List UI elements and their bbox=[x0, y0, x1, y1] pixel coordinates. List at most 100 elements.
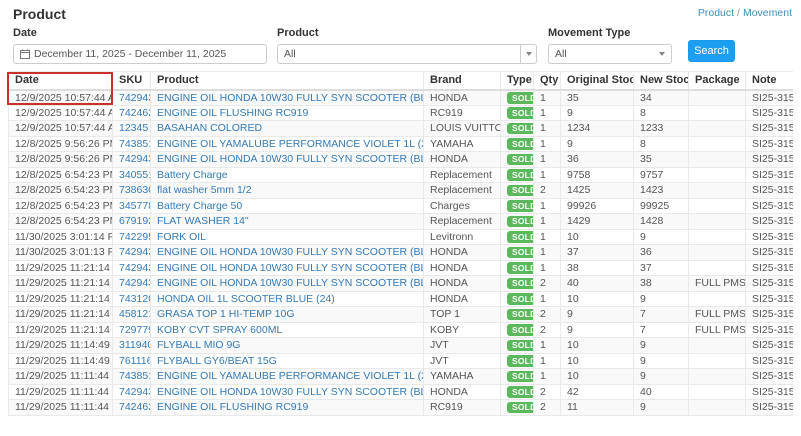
movement-type-select[interactable]: All bbox=[548, 44, 672, 64]
date-range-input[interactable]: December 11, 2025 - December 11, 2025 bbox=[13, 44, 267, 64]
product-select[interactable]: All bbox=[277, 44, 537, 64]
cell-product: ENGINE OIL HONDA 10W30 FULLY SYN SCOOTER… bbox=[151, 245, 424, 261]
product-link[interactable]: HONDA OIL 1L SCOOTER BLUE (24) bbox=[157, 293, 335, 305]
sku-link[interactable]: 340551 bbox=[119, 169, 151, 181]
sku-link[interactable]: 729779 bbox=[119, 324, 151, 336]
cell-date: 11/29/2025 11:11:44 PM bbox=[9, 369, 113, 385]
chevron-down-icon[interactable] bbox=[520, 45, 536, 63]
cell-brand: JVT bbox=[424, 338, 501, 354]
product-link[interactable]: flat washer 5mm 1/2 bbox=[157, 184, 252, 196]
cell-date: 11/29/2025 11:14:49 PM bbox=[9, 338, 113, 354]
cell-package bbox=[689, 136, 746, 152]
sku-link[interactable]: 679192 bbox=[119, 215, 151, 227]
product-link[interactable]: BASAHAN COLORED bbox=[157, 122, 262, 134]
product-link[interactable]: FLYBALL MIO 9G bbox=[157, 339, 240, 351]
cell-sku: 743120 bbox=[113, 291, 151, 307]
sku-link[interactable]: 311940 bbox=[119, 339, 151, 351]
product-link[interactable]: Battery Charge bbox=[157, 169, 228, 181]
product-link[interactable]: ENGINE OIL HONDA 10W30 FULLY SYN SCOOTER… bbox=[157, 262, 424, 274]
cell-qty: 1 bbox=[534, 291, 561, 307]
sku-link[interactable]: 742943 bbox=[119, 153, 151, 165]
type-badge: SOLD bbox=[507, 123, 534, 135]
product-link[interactable]: FLAT WASHER 14" bbox=[157, 215, 249, 227]
sku-link[interactable]: 742943 bbox=[119, 262, 151, 274]
cell-sku: 458121 bbox=[113, 307, 151, 323]
date-filter-group: Date December 11, 2025 - December 11, 20… bbox=[13, 27, 267, 64]
cell-package bbox=[689, 338, 746, 354]
cell-type: SOLD bbox=[501, 167, 534, 183]
cell-package bbox=[689, 384, 746, 400]
table-header-row: DateSKUProductBrandTypeQtyOriginal Stock… bbox=[9, 72, 794, 90]
movement-type-filter-group: Movement Type All bbox=[548, 27, 672, 64]
sku-link[interactable]: 12345 bbox=[119, 122, 148, 134]
cell-original-stock: 10 bbox=[561, 369, 634, 385]
cell-qty: 1 bbox=[534, 90, 561, 106]
cell-product: flat washer 5mm 1/2 bbox=[151, 183, 424, 199]
product-link[interactable]: ENGINE OIL HONDA 10W30 FULLY SYN SCOOTER… bbox=[157, 246, 424, 258]
cell-note: SI25-31526 bbox=[746, 338, 794, 354]
cell-type: SOLD bbox=[501, 369, 534, 385]
sku-link[interactable]: 743120 bbox=[119, 293, 151, 305]
product-link[interactable]: GRASA TOP 1 HI-TEMP 10G bbox=[157, 308, 295, 320]
product-link[interactable]: FLYBALL GY6/BEAT 15G bbox=[157, 355, 277, 367]
product-link[interactable]: ENGINE OIL YAMALUBE PERFORMANCE VIOLET 1… bbox=[157, 138, 424, 150]
cell-qty: 2 bbox=[534, 183, 561, 199]
type-badge: SOLD bbox=[507, 293, 534, 305]
cell-type: SOLD bbox=[501, 276, 534, 292]
movement-table-container: DateSKUProductBrandTypeQtyOriginal Stock… bbox=[8, 71, 793, 436]
cell-type: SOLD bbox=[501, 245, 534, 261]
cell-package bbox=[689, 400, 746, 416]
cell-qty: 1 bbox=[534, 167, 561, 183]
cell-brand: Replacement bbox=[424, 183, 501, 199]
cell-brand: HONDA bbox=[424, 384, 501, 400]
cell-qty: 1 bbox=[534, 369, 561, 385]
breadcrumb: Product/Movement bbox=[698, 7, 792, 19]
cell-product: Battery Charge bbox=[151, 167, 424, 183]
search-button[interactable]: Search bbox=[688, 40, 735, 62]
column-header-original-stock: Original Stock bbox=[561, 72, 634, 90]
cell-package bbox=[689, 260, 746, 276]
sku-link[interactable]: 345778 bbox=[119, 200, 151, 212]
product-link[interactable]: ENGINE OIL HONDA 10W30 FULLY SYN SCOOTER… bbox=[157, 153, 424, 165]
cell-qty: 1 bbox=[534, 245, 561, 261]
product-link[interactable]: Battery Charge 50 bbox=[157, 200, 242, 212]
cell-original-stock: 1425 bbox=[561, 183, 634, 199]
sku-link[interactable]: 742462 bbox=[119, 401, 151, 413]
sku-link[interactable]: 743851 bbox=[119, 138, 151, 150]
cell-original-stock: 35 bbox=[561, 90, 634, 106]
sku-link[interactable]: 742943 bbox=[119, 246, 151, 258]
product-link[interactable]: ENGINE OIL FLUSHING RC919 bbox=[157, 401, 308, 413]
cell-qty: 1 bbox=[534, 214, 561, 230]
sku-link[interactable]: 742943 bbox=[119, 386, 151, 398]
breadcrumb-link-product[interactable]: Product bbox=[698, 7, 734, 19]
breadcrumb-link-movement[interactable]: Movement bbox=[743, 7, 792, 19]
cell-date: 11/29/2025 11:21:14 PM bbox=[9, 307, 113, 323]
cell-sku: 742943 bbox=[113, 152, 151, 168]
table-row: 12/9/2025 10:57:44 AM742943ENGINE OIL HO… bbox=[9, 90, 794, 106]
sku-link[interactable]: 742943 bbox=[119, 277, 151, 289]
product-link[interactable]: ENGINE OIL YAMALUBE PERFORMANCE VIOLET 1… bbox=[157, 370, 424, 382]
product-link[interactable]: ENGINE OIL HONDA 10W30 FULLY SYN SCOOTER… bbox=[157, 386, 424, 398]
cell-original-stock: 10 bbox=[561, 291, 634, 307]
sku-link[interactable]: 761116 bbox=[119, 355, 151, 367]
cell-new-stock: 8 bbox=[634, 105, 689, 121]
product-link[interactable]: ENGINE OIL HONDA 10W30 FULLY SYN SCOOTER… bbox=[157, 277, 424, 289]
sku-link[interactable]: 738630 bbox=[119, 184, 151, 196]
cell-note: SI25-31525 bbox=[746, 369, 794, 385]
sku-link[interactable]: 742943 bbox=[119, 92, 151, 104]
table-row: 11/29/2025 11:11:44 PM742462ENGINE OIL F… bbox=[9, 400, 794, 416]
sku-link[interactable]: 742462 bbox=[119, 107, 151, 119]
product-link[interactable]: FORK OIL bbox=[157, 231, 206, 243]
cell-note: SI25-31526 bbox=[746, 353, 794, 369]
product-link[interactable]: ENGINE OIL FLUSHING RC919 bbox=[157, 107, 308, 119]
type-badge: SOLD bbox=[507, 309, 534, 321]
column-header-new-stock: New Stock bbox=[634, 72, 689, 90]
product-link[interactable]: ENGINE OIL HONDA 10W30 FULLY SYN SCOOTER… bbox=[157, 92, 424, 104]
sku-link[interactable]: 743851 bbox=[119, 370, 151, 382]
sku-link[interactable]: 458121 bbox=[119, 308, 151, 320]
product-link[interactable]: KOBY CVT SPRAY 600ML bbox=[157, 324, 282, 336]
sku-link[interactable]: 742295 bbox=[119, 231, 151, 243]
cell-date: 12/9/2025 10:57:44 AM bbox=[9, 121, 113, 137]
type-badge: SOLD bbox=[507, 92, 534, 104]
cell-original-stock: 36 bbox=[561, 152, 634, 168]
